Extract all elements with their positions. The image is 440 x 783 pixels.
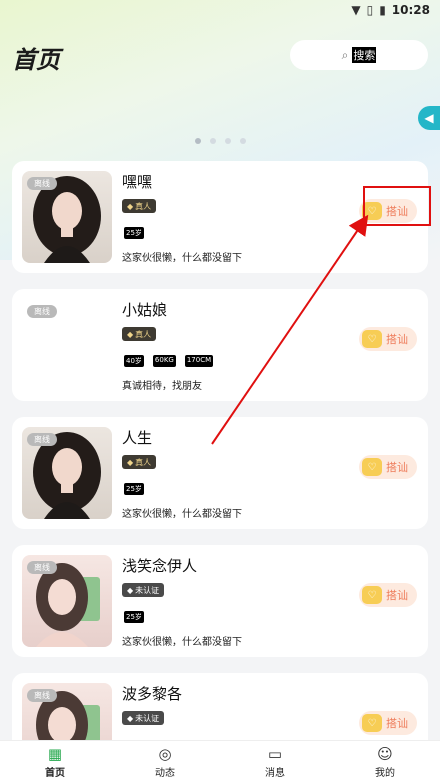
status-badge: 离线 <box>27 689 57 702</box>
status-badge: 离线 <box>27 561 57 574</box>
nav-label: 我的 <box>375 768 395 779</box>
message-icon: ▭ <box>267 745 283 763</box>
nav-label: 动态 <box>155 768 175 779</box>
status-badge: 离线 <box>27 433 57 446</box>
home-icon: ▦ <box>47 745 63 763</box>
nav-profile[interactable]: ☺ 我的 <box>355 745 415 779</box>
nav-label: 首页 <box>45 768 65 779</box>
status-badge: 离线 <box>27 177 57 190</box>
nav-messages[interactable]: ▭ 消息 <box>245 745 305 779</box>
profile-icon: ☺ <box>377 745 393 763</box>
status-badge: 离线 <box>27 305 57 318</box>
nav-label: 消息 <box>265 768 285 779</box>
compass-icon: ◎ <box>158 745 172 763</box>
nav-moments[interactable]: ◎ 动态 <box>135 745 195 779</box>
nav-home[interactable]: ▦ 首页 <box>25 745 85 779</box>
annotation-arrow <box>211 214 369 445</box>
bottom-nav: ▦ 首页 ◎ 动态 ▭ 消息 ☺ 我的 <box>0 740 440 783</box>
